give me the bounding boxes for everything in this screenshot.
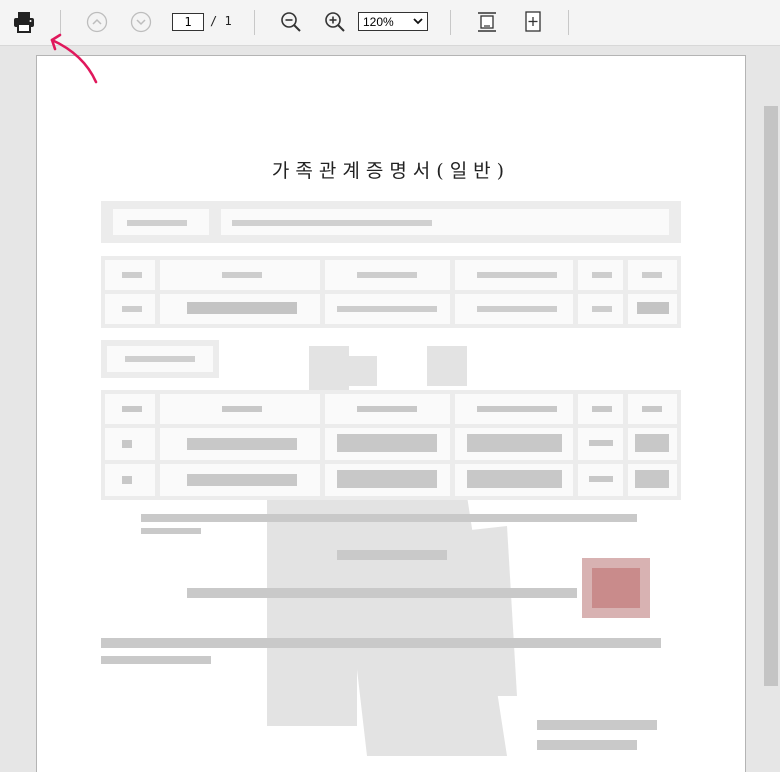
previous-page-button[interactable] xyxy=(84,8,110,36)
fit-page-button[interactable] xyxy=(474,8,500,36)
print-button[interactable] xyxy=(10,8,38,36)
next-page-button[interactable] xyxy=(128,8,154,36)
fit-page-icon xyxy=(478,12,496,32)
chevron-up-icon xyxy=(86,11,108,33)
chevron-down-icon xyxy=(130,11,152,33)
document-page: 가족관계증명서(일반) xyxy=(36,55,746,772)
printer-icon xyxy=(14,12,34,33)
toolbar-divider xyxy=(568,10,569,35)
document-viewer[interactable]: 가족관계증명서(일반) xyxy=(0,46,780,772)
toolbar-divider xyxy=(450,10,451,35)
toolbar-divider xyxy=(60,10,61,35)
chevron-down-icon xyxy=(413,18,423,25)
fit-width-button[interactable] xyxy=(520,8,546,36)
zoom-in-icon xyxy=(325,12,345,32)
zoom-out-button[interactable] xyxy=(278,8,304,36)
fit-width-icon xyxy=(525,11,541,32)
zoom-in-button[interactable] xyxy=(322,8,348,36)
toolbar: / 1 120% xyxy=(0,0,780,46)
page-total-label: / 1 xyxy=(210,14,232,28)
zoom-level-value: 120% xyxy=(363,14,394,29)
zoom-out-icon xyxy=(281,12,301,32)
toolbar-divider xyxy=(254,10,255,35)
zoom-level-select[interactable]: 120% xyxy=(358,12,428,31)
vertical-scrollbar[interactable] xyxy=(764,106,778,686)
page-number-input[interactable] xyxy=(172,13,204,31)
redacted-content xyxy=(101,201,681,756)
